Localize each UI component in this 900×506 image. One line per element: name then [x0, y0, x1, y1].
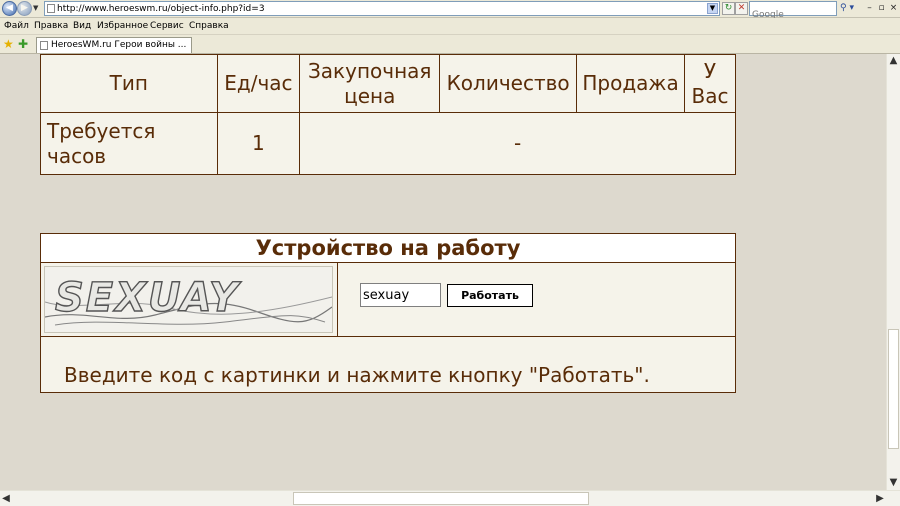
back-button[interactable]: ◀	[2, 1, 17, 16]
search-icon[interactable]: ⚲ ▾	[840, 2, 860, 15]
stop-icon[interactable]: ✕	[735, 2, 748, 15]
table-row: Требуется часов 1 -	[40, 112, 736, 175]
address-toolbar: ◀ ▶ ▼ http://www.heroeswm.ru/object-info…	[0, 0, 900, 21]
object-info-table: Тип Ед/час Закупочная цена Количество Пр…	[40, 54, 736, 175]
header-sale: Продажа	[576, 54, 686, 113]
address-bar[interactable]: http://www.heroeswm.ru/object-info.php?i…	[44, 1, 720, 16]
menu-bar: Файл Правка Вид Избранное Сервис Справка	[0, 18, 900, 35]
header-per-hour: Ед/час	[216, 54, 301, 113]
refresh-icon[interactable]: ↻	[722, 2, 735, 15]
job-panel-title: Устройство на работу	[41, 234, 735, 263]
work-button[interactable]: Работать	[447, 284, 533, 307]
menu-edit[interactable]: Правка	[34, 18, 68, 34]
address-dropdown-icon[interactable]: ▼	[707, 3, 718, 14]
menu-view[interactable]: Вид	[73, 18, 91, 34]
scroll-up-icon[interactable]: ▲	[887, 54, 900, 68]
header-you-have: У Вас	[684, 54, 736, 113]
header-purchase-price: Закупочная цена	[299, 54, 441, 113]
captcha-hint: Введите код с картинки и нажмите кнопку …	[64, 363, 650, 387]
menu-favorites[interactable]: Избранное	[97, 18, 148, 34]
captcha-image: SEXUAY	[44, 266, 333, 333]
menu-file[interactable]: Файл	[4, 18, 29, 34]
captcha-form: Работать	[338, 263, 735, 337]
table-header-row: Тип Ед/час Закупочная цена Количество Пр…	[40, 54, 736, 113]
job-application-panel: Устройство на работу SEXUAY Работать Вве…	[40, 233, 736, 393]
captcha-code-input[interactable]	[360, 283, 441, 307]
cell-type: Требуется часов	[40, 112, 218, 175]
menu-help[interactable]: Справка	[189, 18, 229, 34]
cell-per-hour: 1	[216, 112, 301, 175]
vertical-scrollbar[interactable]: ▲ ▼	[886, 54, 900, 490]
close-icon[interactable]: ×	[888, 2, 899, 14]
header-type: Тип	[40, 54, 218, 113]
page-content: Тип Ед/час Закупочная цена Количество Пр…	[0, 54, 886, 490]
tab-bar: ★ ✚ HeroesWM.ru Герои войны ...	[0, 35, 900, 54]
add-favorite-icon[interactable]: ✚	[18, 37, 28, 51]
favorites-star-icon[interactable]: ★	[3, 37, 14, 51]
scroll-down-icon[interactable]: ▼	[887, 476, 900, 490]
minimize-icon[interactable]: –	[864, 2, 875, 14]
scroll-left-icon[interactable]: ◀	[0, 492, 12, 506]
horizontal-scroll-thumb[interactable]	[293, 492, 589, 505]
search-box[interactable]	[749, 1, 837, 21]
captcha-cell: SEXUAY	[41, 263, 338, 337]
horizontal-scrollbar[interactable]: ◀ ▶	[0, 490, 900, 506]
history-dropdown-icon[interactable]: ▼	[33, 4, 38, 12]
tab-heroeswm[interactable]: HeroesWM.ru Герои войны ...	[36, 37, 192, 53]
tab-title: HeroesWM.ru Герои войны ...	[51, 40, 187, 50]
tab-page-icon	[40, 41, 48, 50]
cell-rest: -	[299, 112, 736, 175]
forward-button[interactable]: ▶	[17, 1, 32, 16]
page-icon	[47, 4, 55, 13]
scroll-right-icon[interactable]: ▶	[874, 492, 886, 506]
captcha-drawing: SEXUAY	[44, 274, 333, 326]
header-quantity: Количество	[439, 54, 578, 113]
vertical-scroll-thumb[interactable]	[888, 329, 899, 449]
address-url[interactable]: http://www.heroeswm.ru/object-info.php?i…	[57, 3, 265, 15]
menu-tools[interactable]: Сервис	[150, 18, 184, 34]
restore-icon[interactable]: ▫	[876, 2, 887, 14]
captcha-text: SEXUAY	[55, 275, 242, 321]
